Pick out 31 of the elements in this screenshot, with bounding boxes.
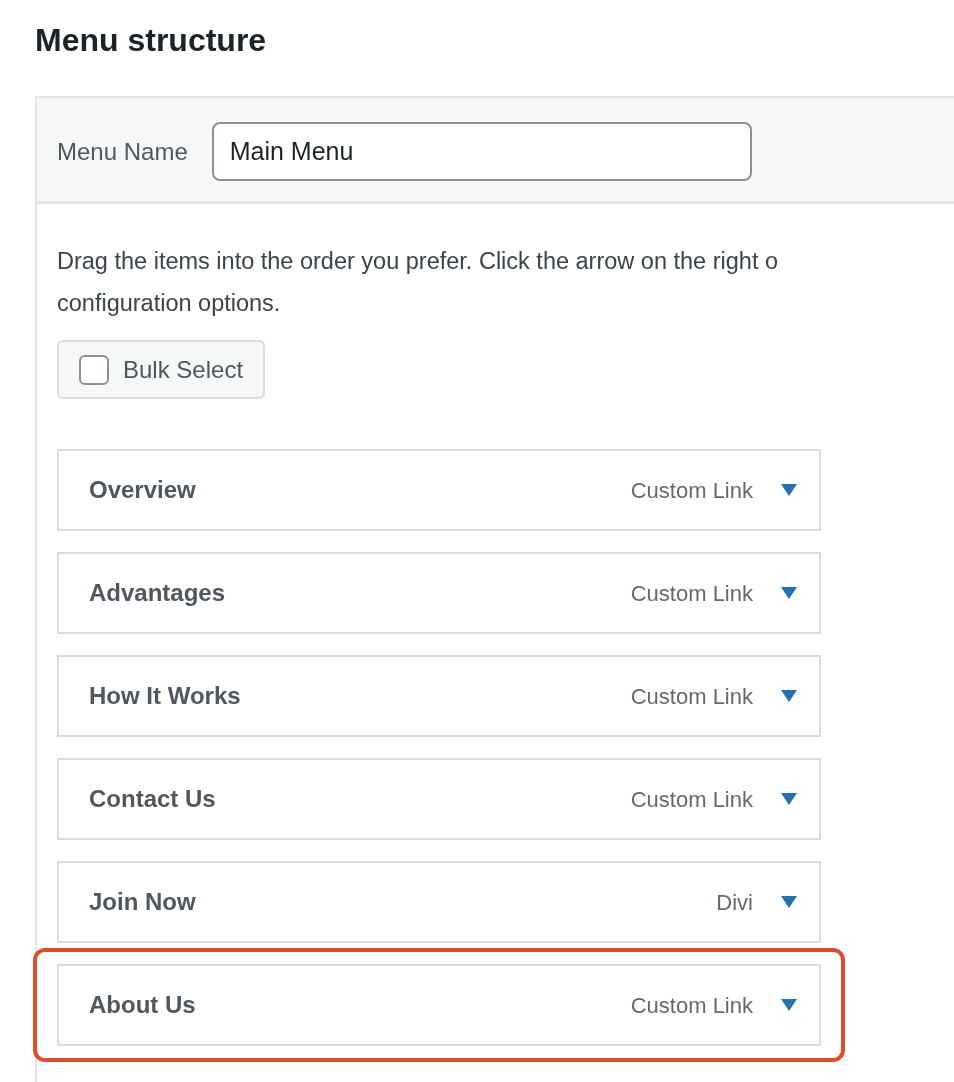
dropdown-triangle-icon[interactable] (781, 587, 797, 599)
menu-item-title: Overview (89, 475, 196, 505)
menu-item-title: Join Now (89, 887, 196, 917)
dropdown-triangle-icon[interactable] (781, 896, 797, 908)
menu-item[interactable]: Advantages Custom Link (57, 552, 821, 634)
menu-item-title: About Us (89, 990, 196, 1020)
menu-item-type: Custom Link (630, 579, 753, 608)
menu-item-type: Divi (716, 888, 753, 917)
menu-item-type: Custom Link (630, 476, 753, 505)
dropdown-triangle-icon[interactable] (781, 999, 797, 1011)
menu-item-type: Custom Link (630, 682, 753, 711)
dropdown-triangle-icon[interactable] (781, 690, 797, 702)
menu-item[interactable]: How It Works Custom Link (57, 655, 821, 737)
dropdown-triangle-icon[interactable] (781, 793, 797, 805)
menu-item-type: Custom Link (630, 785, 753, 814)
instruction-text: Drag the items into the order you prefer. Click the arrow on the right o (57, 247, 780, 276)
menu-item[interactable]: Contact Us Custom Link (57, 758, 821, 840)
menu-item-title: How It Works (89, 681, 241, 711)
section-heading: Menu structure (35, 21, 268, 60)
menu-item[interactable]: Overview Custom Link (57, 449, 821, 531)
menu-name-label: Menu Name (57, 136, 188, 167)
menu-item[interactable]: Join Now Divi (57, 861, 821, 943)
menu-item-title: Advantages (89, 578, 226, 608)
menu-name-field[interactable]: Main Menu (211, 122, 752, 181)
instruction-text: configuration options. (57, 289, 282, 318)
bulk-select-button[interactable]: Bulk Select (57, 340, 266, 399)
dropdown-triangle-icon[interactable] (781, 484, 797, 496)
menu-item[interactable]: About Us Custom Link (57, 964, 821, 1046)
menu-item-title: Contact Us (89, 784, 216, 814)
checkbox[interactable] (79, 354, 109, 385)
menu-item-type: Custom Link (630, 991, 753, 1020)
